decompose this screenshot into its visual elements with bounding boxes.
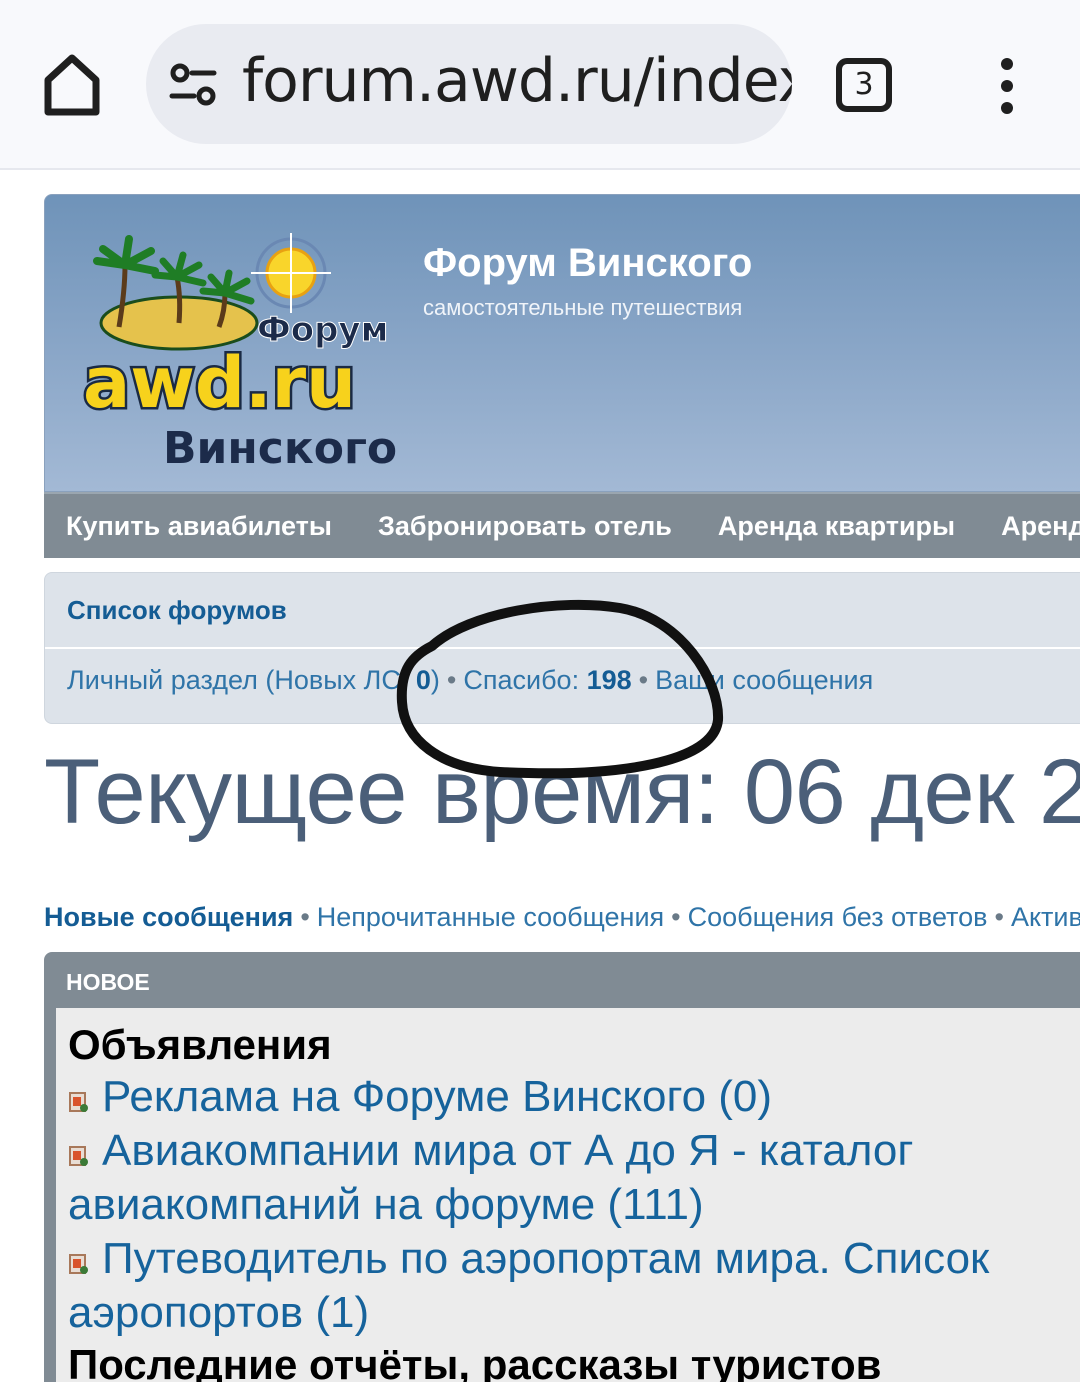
forum-header: Форум awd.ru Винского Форум Винского сам… <box>44 194 1080 492</box>
section-header: НОВОЕ <box>66 969 150 995</box>
current-time: Текущее время: 06 дек 2 <box>44 741 1080 843</box>
nav-item-hotels[interactable]: Забронировать отель <box>378 511 672 542</box>
forum-logo[interactable]: Форум awd.ru Винского <box>79 231 399 474</box>
unread-posts-link[interactable]: Непрочитанные сообщения <box>317 902 664 932</box>
breadcrumb-panel: Список форумов Личный раздел (Новых ЛС: … <box>44 572 1080 724</box>
home-icon[interactable] <box>40 50 104 120</box>
url-text[interactable]: forum.awd.ru/index. <box>242 46 792 116</box>
nav-item-apartments[interactable]: Аренда квартиры <box>718 511 955 542</box>
more-vert-icon[interactable] <box>992 58 1022 114</box>
tab-switcher-icon[interactable]: 3 <box>836 58 892 112</box>
active-topics-link[interactable]: Активн <box>1011 902 1080 932</box>
forum-section: НОВОЕ Объявления Реклама на Форуме Винск… <box>44 952 1080 1382</box>
private-messages-link[interactable]: Личный раздел (Новых ЛС: 0) <box>67 665 440 695</box>
new-posts-link[interactable]: Новые сообщения <box>44 902 293 932</box>
forum-item[interactable]: Реклама на Форуме Винского (0) <box>68 1070 1068 1124</box>
forum-item[interactable]: Авиакомпании мира от А до Я - каталог ав… <box>68 1124 1068 1232</box>
site-settings-icon[interactable] <box>168 60 218 110</box>
site-title[interactable]: Форум Винского <box>423 241 752 286</box>
breadcrumb-forum-list[interactable]: Список форумов <box>67 595 287 626</box>
address-bar[interactable]: forum.awd.ru/index. <box>146 24 792 144</box>
separator: • <box>446 665 457 695</box>
forum-page: Форум awd.ru Винского Форум Винского сам… <box>44 194 1080 724</box>
separator: • <box>638 665 649 695</box>
section-body: Объявления Реклама на Форуме Винского (0… <box>56 1008 1080 1382</box>
private-count: 0 <box>415 665 431 695</box>
thanks-count: 198 <box>586 665 632 695</box>
svg-text:Винского: Винского <box>163 423 397 471</box>
nav-item-rental[interactable]: Аренд <box>1001 511 1080 542</box>
forum-read-icon <box>68 1126 90 1166</box>
forum-item[interactable]: Путеводитель по аэропортам мира. Список … <box>68 1232 1068 1340</box>
separator: • <box>300 902 310 932</box>
quick-links: Новые сообщения • Непрочитанные сообщения •… <box>44 902 1080 933</box>
top-navbar: Купить авиабилеты Забронировать отель Ар… <box>44 492 1080 558</box>
category-title[interactable]: Последние отчёты, рассказы туристов <box>68 1340 1080 1382</box>
unanswered-posts-link[interactable]: Сообщения без ответов <box>688 902 988 932</box>
forum-read-icon <box>68 1072 90 1112</box>
separator: • <box>671 902 681 932</box>
browser-toolbar: forum.awd.ru/index. 3 <box>0 0 1080 170</box>
your-posts-link[interactable]: Ваши сообщения <box>655 665 873 695</box>
svg-text:awd.ru: awd.ru <box>83 342 356 424</box>
separator: • <box>994 902 1004 932</box>
site-description: самостоятельные путешествия <box>423 295 743 320</box>
divider <box>45 647 1080 649</box>
user-links: Личный раздел (Новых ЛС: 0) • Спасибо: 198… <box>67 665 873 696</box>
forum-read-icon <box>68 1234 90 1274</box>
nav-item-flights[interactable]: Купить авиабилеты <box>66 511 332 542</box>
thanks-link[interactable]: Спасибо: 198 <box>463 665 631 695</box>
category-title[interactable]: Объявления <box>68 1020 1080 1070</box>
